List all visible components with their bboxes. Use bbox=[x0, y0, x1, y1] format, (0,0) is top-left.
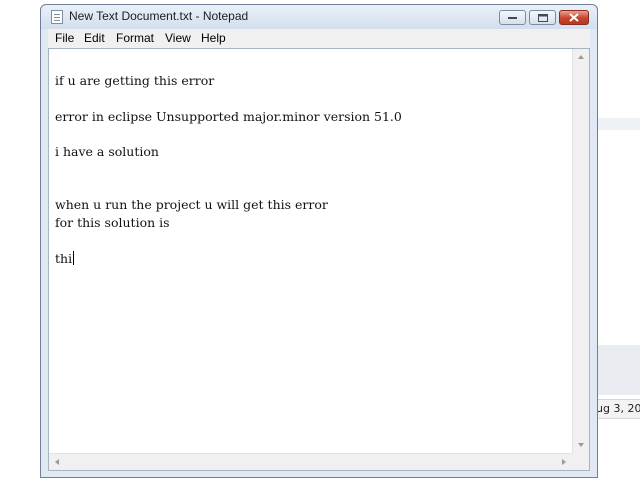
window-title: New Text Document.txt - Notepad bbox=[69, 9, 249, 23]
text-caret bbox=[73, 251, 75, 265]
text-line: thi bbox=[55, 251, 73, 266]
close-button[interactable] bbox=[559, 10, 589, 25]
maximize-button[interactable] bbox=[529, 10, 556, 25]
text-editor[interactable]: if u are getting this error error in ecl… bbox=[48, 48, 590, 471]
menu-help[interactable]: Help bbox=[201, 31, 226, 45]
document-text[interactable]: if u are getting this error error in ecl… bbox=[55, 49, 571, 452]
close-icon bbox=[569, 13, 579, 22]
background-window-panel bbox=[598, 345, 640, 395]
title-bar[interactable]: New Text Document.txt - Notepad bbox=[41, 5, 597, 29]
menu-view[interactable]: View bbox=[165, 31, 191, 45]
scrollbar-corner bbox=[572, 453, 589, 470]
text-line: when u run the project u will get this e… bbox=[55, 197, 328, 212]
text-line: error in eclipse Unsupported major.minor… bbox=[55, 109, 402, 124]
menu-edit[interactable]: Edit bbox=[84, 31, 105, 45]
text-line: for this solution is bbox=[55, 215, 170, 230]
text-line: i have a solution bbox=[55, 144, 159, 159]
scroll-up-arrow-icon[interactable] bbox=[578, 55, 584, 59]
background-window-strip bbox=[598, 118, 640, 130]
text-line-with-caret: thi bbox=[55, 251, 75, 266]
minimize-icon bbox=[508, 17, 517, 19]
background-date-text: ug 3, 201 bbox=[592, 399, 640, 419]
scroll-left-arrow-icon[interactable] bbox=[55, 459, 59, 465]
maximize-icon bbox=[537, 13, 548, 22]
scroll-right-arrow-icon[interactable] bbox=[562, 459, 566, 465]
scroll-down-arrow-icon[interactable] bbox=[578, 443, 584, 447]
vertical-scrollbar[interactable] bbox=[572, 49, 589, 453]
horizontal-scrollbar[interactable] bbox=[49, 453, 572, 470]
menu-bar: File Edit Format View Help bbox=[48, 29, 590, 48]
menu-file[interactable]: File bbox=[55, 31, 74, 45]
menu-format[interactable]: Format bbox=[116, 31, 154, 45]
notepad-icon bbox=[51, 10, 63, 24]
text-line: if u are getting this error bbox=[55, 73, 215, 88]
minimize-button[interactable] bbox=[499, 10, 526, 25]
notepad-window: New Text Document.txt - Notepad File Edi… bbox=[40, 4, 598, 478]
